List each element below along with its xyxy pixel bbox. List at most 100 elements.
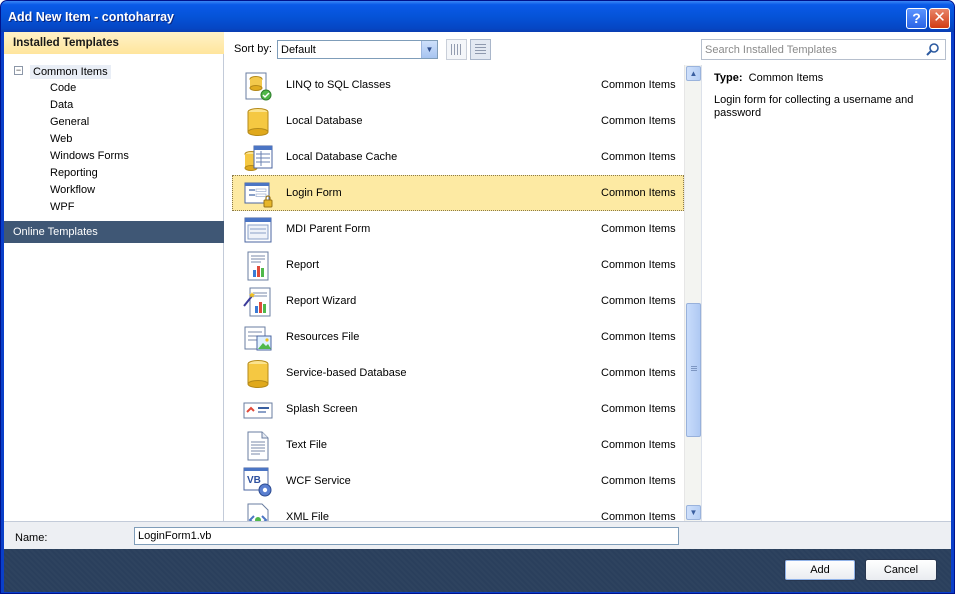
large-icons-view-button[interactable] [446, 39, 467, 60]
item-name: Local Database [286, 115, 363, 127]
tree-node-general[interactable]: General [50, 116, 129, 133]
item-name: Report Wizard [286, 295, 357, 307]
close-button[interactable]: ✕ [929, 8, 950, 29]
item-name: Text File [286, 439, 327, 451]
item-name: Service-based Database [286, 367, 407, 379]
type-value: Common Items [748, 72, 824, 84]
resources-file-icon [244, 326, 272, 351]
database-icon [247, 360, 269, 388]
list-item-selected[interactable]: Login Form Common Items [232, 175, 684, 211]
login-form-icon [244, 182, 273, 208]
title-bar[interactable]: Add New Item - contoharray ? ✕ [1, 1, 954, 32]
item-name: XML File [286, 511, 329, 521]
item-category: Common Items [601, 295, 676, 307]
list-item[interactable]: Local Database Common Items [232, 103, 684, 139]
item-category: Common Items [601, 151, 676, 163]
online-templates-header[interactable]: Online Templates [4, 221, 224, 243]
list-item[interactable]: LINQ to SQL Classes Common Items [232, 67, 684, 103]
list-item[interactable]: VB WCF Service Common Items [232, 463, 684, 499]
item-name: MDI Parent Form [286, 223, 371, 235]
grip-icon [691, 366, 697, 372]
list-item[interactable]: Resources File Common Items [232, 319, 684, 355]
list-item[interactable]: MDI Parent Form Common Items [232, 211, 684, 247]
list-item[interactable]: Text File Common Items [232, 427, 684, 463]
sort-by-dropdown[interactable]: Default ▼ [277, 40, 438, 59]
item-name: Login Form [286, 187, 342, 199]
list-item[interactable]: Report Common Items [232, 247, 684, 283]
tree-node-workflow[interactable]: Workflow [50, 184, 129, 201]
scroll-up-arrow-icon[interactable]: ▲ [686, 66, 701, 81]
templates-list: LINQ to SQL Classes Common Items Local D… [230, 65, 701, 521]
item-category: Common Items [601, 367, 676, 379]
item-name: Local Database Cache [286, 151, 398, 163]
sort-by-label: Sort by: [234, 43, 272, 55]
search-templates-box[interactable] [701, 39, 946, 60]
tree-node-data[interactable]: Data [50, 99, 129, 116]
collapse-toggle-icon[interactable]: − [14, 66, 23, 75]
splash-screen-icon [243, 402, 273, 419]
name-bar: Name: [4, 521, 951, 549]
name-label: Name: [15, 532, 48, 544]
item-name: Splash Screen [286, 403, 358, 415]
list-item[interactable]: Report Wizard Common Items [232, 283, 684, 319]
search-icon[interactable] [925, 42, 941, 57]
item-category: Common Items [601, 511, 676, 521]
list-view-button[interactable] [470, 39, 491, 60]
tree-node-reporting[interactable]: Reporting [50, 167, 129, 184]
database-icon [247, 108, 269, 136]
list-item[interactable]: Service-based Database Common Items [232, 355, 684, 391]
text-file-icon [247, 431, 269, 461]
sort-by-value: Default [281, 44, 316, 56]
cancel-button[interactable]: Cancel [865, 559, 937, 581]
help-button[interactable]: ? [906, 8, 927, 29]
item-name: WCF Service [286, 475, 351, 487]
large-icons-view-icon [451, 44, 462, 55]
database-cache-icon [244, 145, 273, 171]
report-wizard-icon [243, 287, 271, 317]
list-view-icon [475, 44, 486, 55]
item-category: Common Items [601, 223, 676, 235]
dialog-client-area: Installed Templates − Common Items Code … [4, 32, 951, 592]
item-category: Common Items [601, 187, 676, 199]
tree-node-windows-forms[interactable]: Windows Forms [50, 150, 129, 167]
item-category: Common Items [601, 403, 676, 415]
search-input[interactable] [705, 42, 920, 57]
xml-file-icon [247, 503, 269, 521]
type-label: Type: [714, 72, 743, 84]
tree-children: Code Data General Web Windows Forms Repo… [50, 82, 129, 218]
item-category: Common Items [601, 475, 676, 487]
list-item[interactable]: Splash Screen Common Items [232, 391, 684, 427]
chevron-down-icon[interactable]: ▼ [421, 41, 437, 58]
item-name: Resources File [286, 331, 360, 343]
tree-node-wpf[interactable]: WPF [50, 201, 129, 218]
window-title: Add New Item - contoharray [8, 10, 174, 24]
tree-node-code[interactable]: Code [50, 82, 129, 99]
linq-to-sql-icon [245, 72, 272, 101]
item-category: Common Items [601, 259, 676, 271]
scroll-down-arrow-icon[interactable]: ▼ [686, 505, 701, 520]
scrollbar-thumb[interactable] [686, 303, 701, 437]
report-icon [247, 251, 269, 281]
templates-tree-panel: Installed Templates − Common Items Code … [4, 32, 224, 521]
add-button[interactable]: Add [784, 559, 856, 581]
item-name: Report [286, 259, 320, 271]
item-category: Common Items [601, 79, 676, 91]
svg-text:VB: VB [247, 475, 261, 486]
add-new-item-dialog: Add New Item - contoharray ? ✕ Installed… [0, 0, 955, 594]
name-input[interactable] [134, 527, 679, 545]
list-item[interactable]: XML File Common Items [232, 499, 684, 521]
dialog-button-bar: Add Cancel [4, 549, 951, 592]
templates-list-scrollbar[interactable]: ▲ ▼ [684, 65, 701, 521]
tree-node-label[interactable]: Common Items [30, 65, 111, 79]
installed-templates-header[interactable]: Installed Templates [4, 32, 224, 54]
item-name: LINQ to SQL Classes [286, 79, 391, 91]
item-category: Common Items [601, 331, 676, 343]
template-description: Login form for collecting a username and… [714, 94, 914, 119]
item-category: Common Items [601, 439, 676, 451]
wcf-service-icon: VB [243, 467, 272, 497]
item-category: Common Items [601, 115, 676, 127]
mdi-form-icon [244, 217, 272, 243]
list-item[interactable]: Local Database Cache Common Items [232, 139, 684, 175]
template-type: Type: Common Items [714, 72, 823, 84]
tree-node-web[interactable]: Web [50, 133, 129, 150]
